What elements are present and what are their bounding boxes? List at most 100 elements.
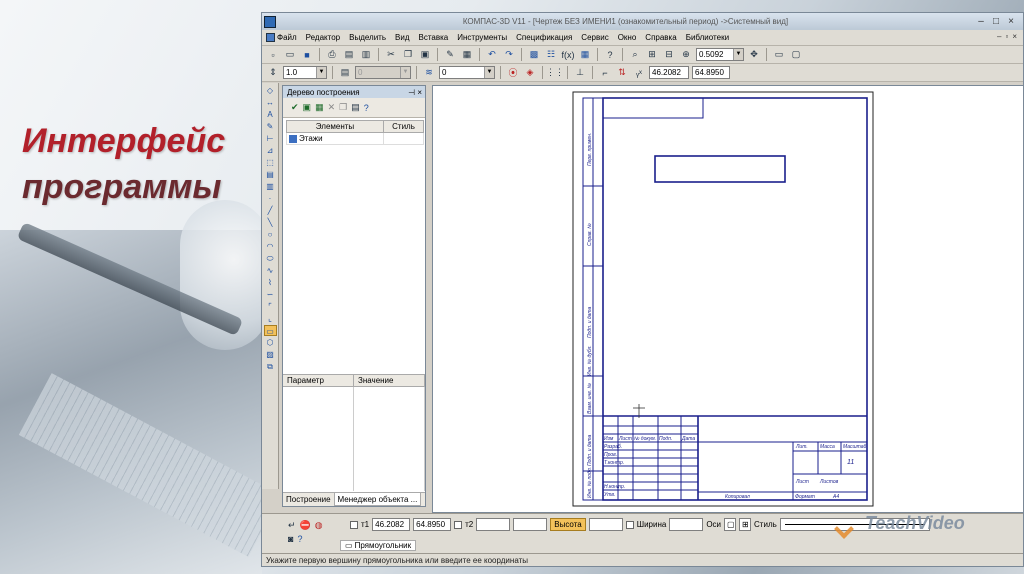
fillet-icon[interactable]: ⌞ (264, 313, 277, 324)
ortho-icon[interactable]: ⌐ (598, 66, 612, 79)
geometry-icon[interactable]: ◇ (264, 85, 277, 96)
undo-icon[interactable]: ↶ (485, 48, 499, 61)
width-checkbox[interactable] (625, 520, 634, 529)
view-combo[interactable]: 0 ▼ (355, 66, 411, 79)
tree-node[interactable]: Этажи (286, 132, 424, 145)
coord-y-field[interactable]: 64.8950 (692, 66, 730, 79)
doc-close-icon[interactable]: × (1012, 32, 1017, 41)
dimensions-icon[interactable]: ↔ (264, 97, 277, 108)
save-icon[interactable]: ■ (300, 48, 314, 61)
polyline-icon[interactable]: ⌇ (264, 277, 277, 288)
library-icon[interactable]: ▦ (460, 48, 474, 61)
menu-item-select[interactable]: Выделить (349, 33, 386, 42)
axes-off-button[interactable]: ▢ (724, 518, 737, 531)
menu-item-window[interactable]: Окно (618, 33, 637, 42)
grid-icon[interactable]: ⋮⋮ (546, 66, 564, 79)
aux-line-icon[interactable]: ╱ (264, 205, 277, 216)
copy-icon[interactable]: ❐ (401, 48, 415, 61)
t1-x-field[interactable]: 46.2082 (372, 518, 411, 531)
arc-icon[interactable]: ◠ (264, 241, 277, 252)
zoom-in-icon[interactable]: ⊞ (645, 48, 659, 61)
chamfer-icon[interactable]: ⌜ (264, 301, 277, 312)
tree-add-icon[interactable]: ▣ (303, 102, 312, 113)
t2-y-field[interactable] (513, 518, 548, 531)
refresh-icon[interactable]: ▭ (772, 48, 786, 61)
snap-icon[interactable]: ⇅ (615, 66, 629, 79)
contour-icon[interactable]: ⧉ (264, 361, 277, 372)
doc-minimize-icon[interactable]: – (997, 32, 1001, 41)
show-all-icon[interactable]: ▢ (789, 48, 803, 61)
tree-copy-icon[interactable]: ❐ (339, 102, 347, 113)
snapshot-icon[interactable]: ◙ (288, 534, 293, 544)
menu-item-specification[interactable]: Спецификация (516, 33, 572, 42)
menu-item-help[interactable]: Справка (645, 33, 676, 42)
bezier-icon[interactable]: ∽ (264, 289, 277, 300)
coord-x-field[interactable]: 46.2082 (649, 66, 689, 79)
tree-check-icon[interactable]: ✔ (291, 102, 299, 113)
layer-combo[interactable]: 0 ▼ (439, 66, 495, 79)
stop-icon[interactable]: ⛔ (300, 520, 311, 531)
tree-icon[interactable]: ☷ (544, 48, 558, 61)
reports-icon[interactable]: ▥ (264, 181, 277, 192)
color-style-icon[interactable]: ⦿ (506, 66, 520, 79)
help-pointer-icon[interactable]: ? (603, 48, 617, 61)
menu-item-editor[interactable]: Редактор (306, 33, 340, 42)
function-icon[interactable]: f(x) (561, 48, 575, 61)
select-icon[interactable]: ⬚ (264, 157, 277, 168)
tree-edit-icon[interactable]: ▦ (315, 102, 324, 113)
calculator-icon[interactable]: ▦ (578, 48, 592, 61)
doc-restore-icon[interactable]: ▫ (1005, 32, 1008, 41)
point-icon[interactable]: · (264, 193, 277, 204)
view-state-icon[interactable]: ▤ (338, 66, 352, 79)
t2-x-field[interactable] (476, 518, 511, 531)
tree-doc-icon[interactable]: ▤ (351, 102, 360, 113)
spline-icon[interactable]: ∿ (264, 265, 277, 276)
parametrization-icon[interactable]: ⊢ (264, 133, 277, 144)
t1-checkbox[interactable] (350, 520, 358, 529)
minimize-icon[interactable]: – (975, 16, 987, 27)
zoom-out-icon[interactable]: ⊟ (662, 48, 676, 61)
zoom-icon[interactable]: ⊕ (679, 48, 693, 61)
rectangle-icon[interactable]: ▭ (263, 325, 277, 336)
close-icon[interactable]: × (1005, 16, 1017, 27)
cut-icon[interactable]: ✂ (384, 48, 398, 61)
circle-icon[interactable]: ○ (264, 229, 277, 240)
tree-delete-icon[interactable]: ✕ (328, 102, 336, 113)
color-fill-icon[interactable]: ◈ (523, 66, 537, 79)
manager-icon[interactable]: ▩ (527, 48, 541, 61)
tab-build[interactable]: Построение (283, 493, 334, 506)
symbols-icon[interactable]: A (264, 109, 277, 120)
layer-icon[interactable]: ≋ (422, 66, 436, 79)
height-field[interactable] (588, 518, 623, 531)
polygon-icon[interactable]: ⬡ (264, 337, 277, 348)
page-setup-icon[interactable]: ▥ (359, 48, 373, 61)
coordinates-icon[interactable]: ᵧˣ (632, 66, 646, 79)
drawing-canvas[interactable]: Лит. Масса Масштаб Лист Листов 11 Копиро… (432, 85, 1023, 513)
t1-y-field[interactable]: 64.8950 (413, 518, 452, 531)
step-icon[interactable]: ⇕ (266, 66, 280, 79)
panel-pin-icon[interactable]: ⊣ × (408, 88, 422, 97)
zoom-window-icon[interactable]: ⌕ (628, 48, 642, 61)
menu-item-insert[interactable]: Вставка (419, 33, 449, 42)
segment-icon[interactable]: ╲ (264, 217, 277, 228)
print-preview-icon[interactable]: ▤ (342, 48, 356, 61)
print-icon[interactable]: ⎙ (325, 48, 339, 61)
maximize-icon[interactable]: □ (990, 16, 1002, 27)
new-document-icon[interactable]: ▫ (266, 48, 280, 61)
zoom-combo[interactable]: 0.5092 ▼ (696, 48, 744, 61)
step-combo[interactable]: 1.0 ▼ (283, 66, 327, 79)
auto-icon[interactable]: ◍ (315, 520, 323, 531)
menu-item-service[interactable]: Сервис (581, 33, 608, 42)
edit-icon[interactable]: ✎ (264, 121, 277, 132)
axes-on-button[interactable]: ⊞ (739, 518, 752, 531)
menu-item-view[interactable]: Вид (395, 33, 409, 42)
local-cs-icon[interactable]: ⊥ (573, 66, 587, 79)
enter-icon[interactable]: ↵ (288, 520, 296, 531)
t2-checkbox[interactable] (454, 520, 463, 529)
height-label[interactable]: Высота (550, 518, 586, 531)
tab-rectangle[interactable]: ▭ Прямоугольник (340, 540, 417, 551)
spec-icon[interactable]: ▤ (264, 169, 277, 180)
tree-help-icon[interactable]: ? (364, 103, 369, 113)
tab-object-manager[interactable]: Менеджер объекта ... (333, 493, 422, 506)
menu-item-tools[interactable]: Инструменты (457, 33, 507, 42)
